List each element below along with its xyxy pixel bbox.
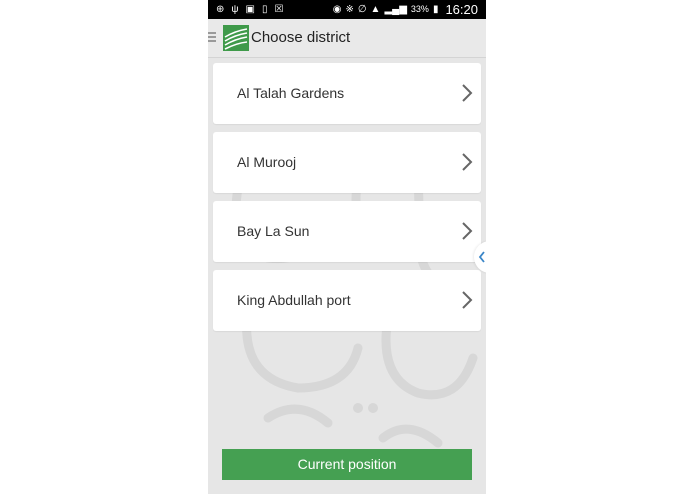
district-label: Al Murooj	[237, 154, 297, 170]
district-label: Al Talah Gardens	[237, 85, 345, 101]
app-screen: ⊕ ψ ▣ ▯ ☒ ◉ ※ ∅ ▲ ▂▄▆ 33% ▮ 16:20 Choose	[208, 0, 486, 494]
bluetooth-icon: ※	[345, 4, 354, 15]
drawer-menu-icon[interactable]	[208, 32, 216, 44]
status-bar-right: ◉ ※ ∅ ▲ ▂▄▆ 33% ▮ 16:20	[333, 2, 478, 17]
no-sim-icon: ☒	[274, 4, 284, 15]
signal-icon: ▂▄▆	[384, 4, 407, 15]
action-bar: Choose district	[208, 19, 486, 58]
app-logo-icon[interactable]	[223, 25, 249, 51]
current-position-button[interactable]: Current position	[222, 449, 472, 480]
chevron-left-icon	[478, 251, 485, 263]
status-bar-left: ⊕ ψ ▣ ▯ ☒	[216, 3, 283, 16]
district-label: King Abdullah port	[237, 292, 351, 308]
eye-icon: ◉	[332, 4, 342, 15]
chevron-right-icon	[462, 84, 473, 102]
usb-icon: ψ	[231, 4, 239, 15]
list-item[interactable]: Al Murooj	[213, 132, 481, 193]
list-item[interactable]: Al Talah Gardens	[213, 63, 481, 124]
mute-icon: ∅	[357, 4, 367, 15]
status-bar-time: 16:20	[445, 2, 478, 17]
image-icon: ▣	[245, 4, 255, 15]
list-item[interactable]: King Abdullah port	[213, 270, 481, 331]
page-title: Choose district	[251, 29, 351, 46]
sd-card-icon: ▯	[261, 4, 268, 15]
chevron-right-icon	[462, 222, 473, 240]
status-bar: ⊕ ψ ▣ ▯ ☒ ◉ ※ ∅ ▲ ▂▄▆ 33% ▮ 16:20	[208, 0, 486, 19]
district-label: Bay La Sun	[237, 223, 310, 239]
district-list: Al Talah Gardens Al Murooj Bay La Sun Ki…	[213, 63, 481, 339]
wifi-icon: ▲	[370, 4, 381, 15]
battery-icon: ▮	[432, 4, 439, 15]
chevron-right-icon	[462, 291, 473, 309]
battery-percent: 33%	[410, 4, 429, 14]
chevron-right-icon	[462, 153, 473, 171]
list-item[interactable]: Bay La Sun	[213, 201, 481, 262]
gps-icon: ⊕	[216, 4, 225, 15]
